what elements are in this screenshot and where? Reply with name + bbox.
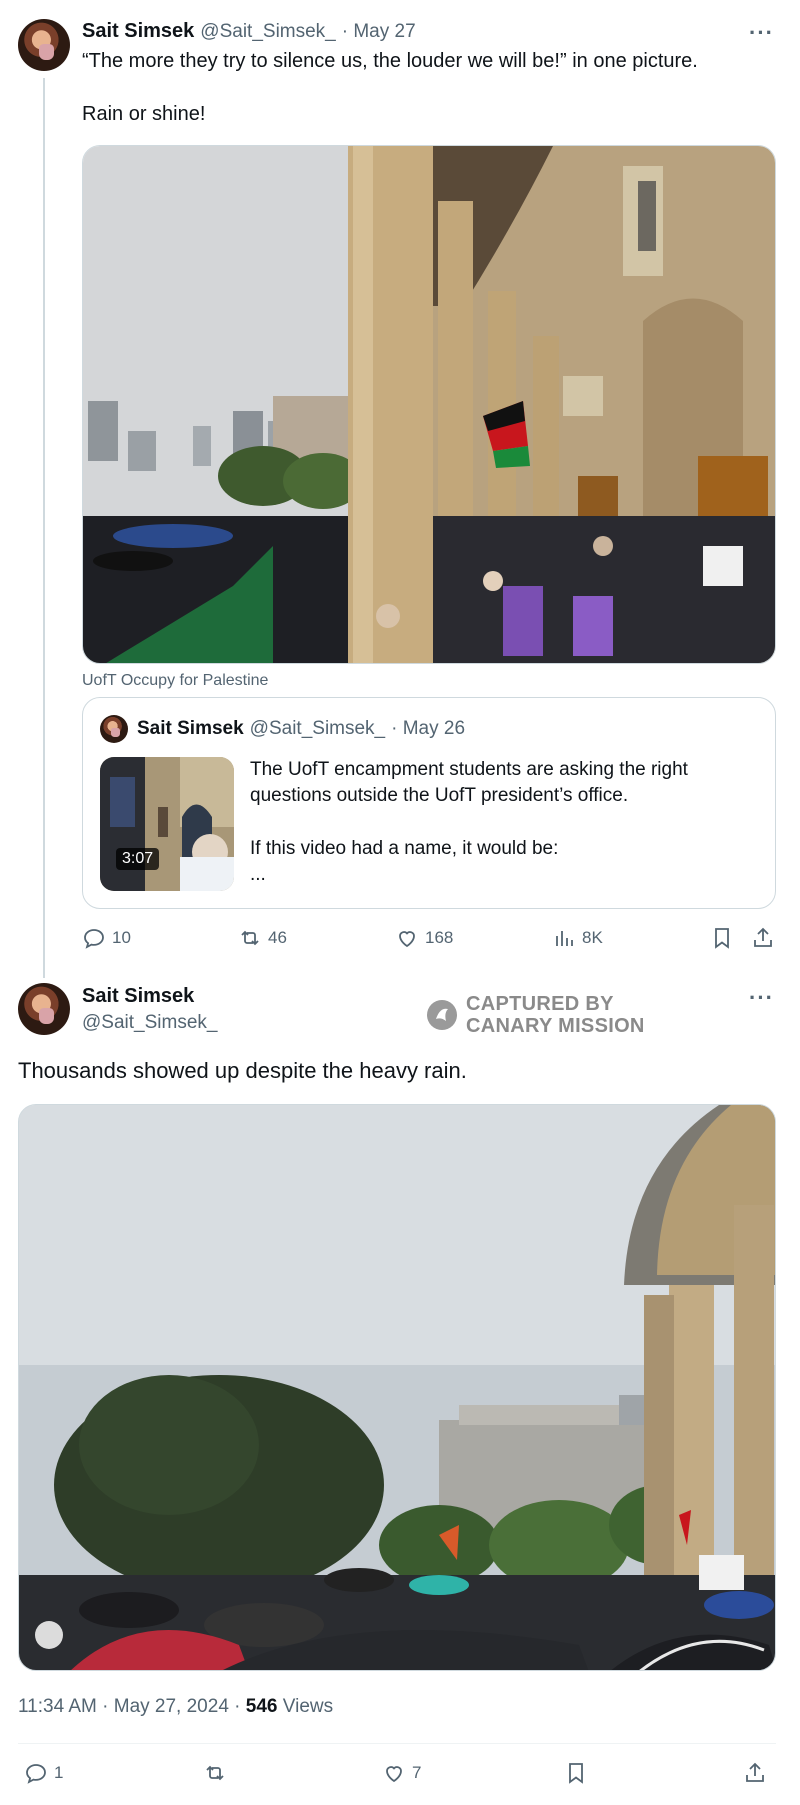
tweet-date[interactable]: · May 27: [342, 21, 416, 43]
view-count: 8K: [582, 928, 603, 947]
reply-icon: [84, 929, 104, 949]
like-icon: [386, 1766, 402, 1783]
bookmark-icon: [569, 1763, 583, 1784]
repost-button[interactable]: [203, 1761, 227, 1785]
image-caption: UofT Occupy for Palestine: [82, 672, 269, 689]
bookmark-button[interactable]: [564, 1761, 588, 1785]
avatar[interactable]: [18, 983, 70, 1035]
tweet-image[interactable]: [18, 1104, 776, 1671]
author-handle[interactable]: @Sait_Simsek_: [82, 1012, 217, 1034]
quote-text-line1: The UofT encampment students are asking …: [250, 759, 688, 780]
author-name[interactable]: Sait Simsek: [82, 985, 194, 1008]
repost-button[interactable]: 46: [238, 926, 287, 950]
quote-text-line3: If this video had a name, it would be:: [250, 838, 559, 859]
share-icon: [754, 927, 772, 947]
repost-icon: [241, 930, 259, 946]
author-name[interactable]: Sait Simsek: [82, 20, 194, 43]
bookmark-button[interactable]: [710, 926, 734, 950]
repost-icon: [206, 1765, 224, 1781]
reply-button[interactable]: 10: [82, 926, 131, 950]
like-button[interactable]: 168: [395, 926, 453, 950]
quote-avatar: [100, 715, 128, 743]
quote-author-name: Sait Simsek: [137, 718, 244, 739]
like-button[interactable]: 7: [382, 1761, 421, 1785]
reply-count: 10: [112, 928, 131, 947]
share-button[interactable]: [743, 1761, 767, 1785]
bookmark-icon: [715, 928, 729, 949]
timestamp-text: 11:34 AM · May 27, 2024 ·: [18, 1696, 246, 1717]
tweet-image[interactable]: [82, 145, 776, 664]
tweet-text-line2: Rain or shine!: [82, 103, 206, 125]
watermark-line1: CAPTURED BY: [466, 993, 614, 1015]
tweet-timestamp[interactable]: 11:34 AM · May 27, 2024 · 546 Views: [18, 1696, 333, 1718]
watermark-line2: CANARY MISSION: [466, 1015, 645, 1037]
reply-icon: [26, 1764, 46, 1784]
more-options-button[interactable]: ···: [749, 985, 774, 1011]
share-icon: [746, 1762, 764, 1782]
tweet-text: “The more they try to silence us, the lo…: [82, 50, 698, 72]
quote-video-thumbnail[interactable]: 3:07: [100, 757, 234, 891]
watermark: CAPTURED BY CANARY MISSION: [426, 993, 645, 1037]
like-count: 168: [425, 928, 454, 947]
tweet1-header: Sait Simsek @Sait_Simsek_ · May 27: [82, 20, 416, 43]
reply-button[interactable]: 1: [24, 1761, 63, 1785]
share-button[interactable]: [751, 926, 775, 950]
quote-text-line4: ...: [250, 864, 266, 885]
rain-crowd-photo: [19, 1105, 775, 1670]
repost-count: 46: [268, 928, 287, 947]
quote-author-handle: @Sait_Simsek_: [249, 718, 386, 739]
quote-date: · May 26: [391, 718, 466, 739]
author-handle[interactable]: @Sait_Simsek_: [200, 21, 335, 43]
views-label: Views: [277, 1696, 334, 1717]
thread-line: [43, 78, 45, 978]
protest-photo-columns: [83, 146, 775, 663]
like-count: 7: [412, 1763, 422, 1782]
quote-text-line2: questions outside the UofT president’s o…: [250, 785, 629, 806]
more-options-button[interactable]: ···: [749, 20, 774, 46]
like-icon: [399, 931, 415, 948]
views-button[interactable]: 8K: [552, 926, 603, 950]
video-still: [100, 757, 234, 891]
canary-logo-icon: [427, 1000, 457, 1030]
reply-count: 1: [54, 1763, 64, 1782]
tweet-text: Thousands showed up despite the heavy ra…: [18, 1058, 467, 1083]
views-icon: [556, 931, 573, 946]
view-count: 546: [245, 1696, 278, 1717]
divider: [18, 1743, 776, 1744]
video-duration: 3:07: [116, 848, 160, 870]
quote-header: Sait Simsek @Sait_Simsek_ · May 26: [137, 718, 465, 740]
avatar[interactable]: [18, 19, 70, 71]
